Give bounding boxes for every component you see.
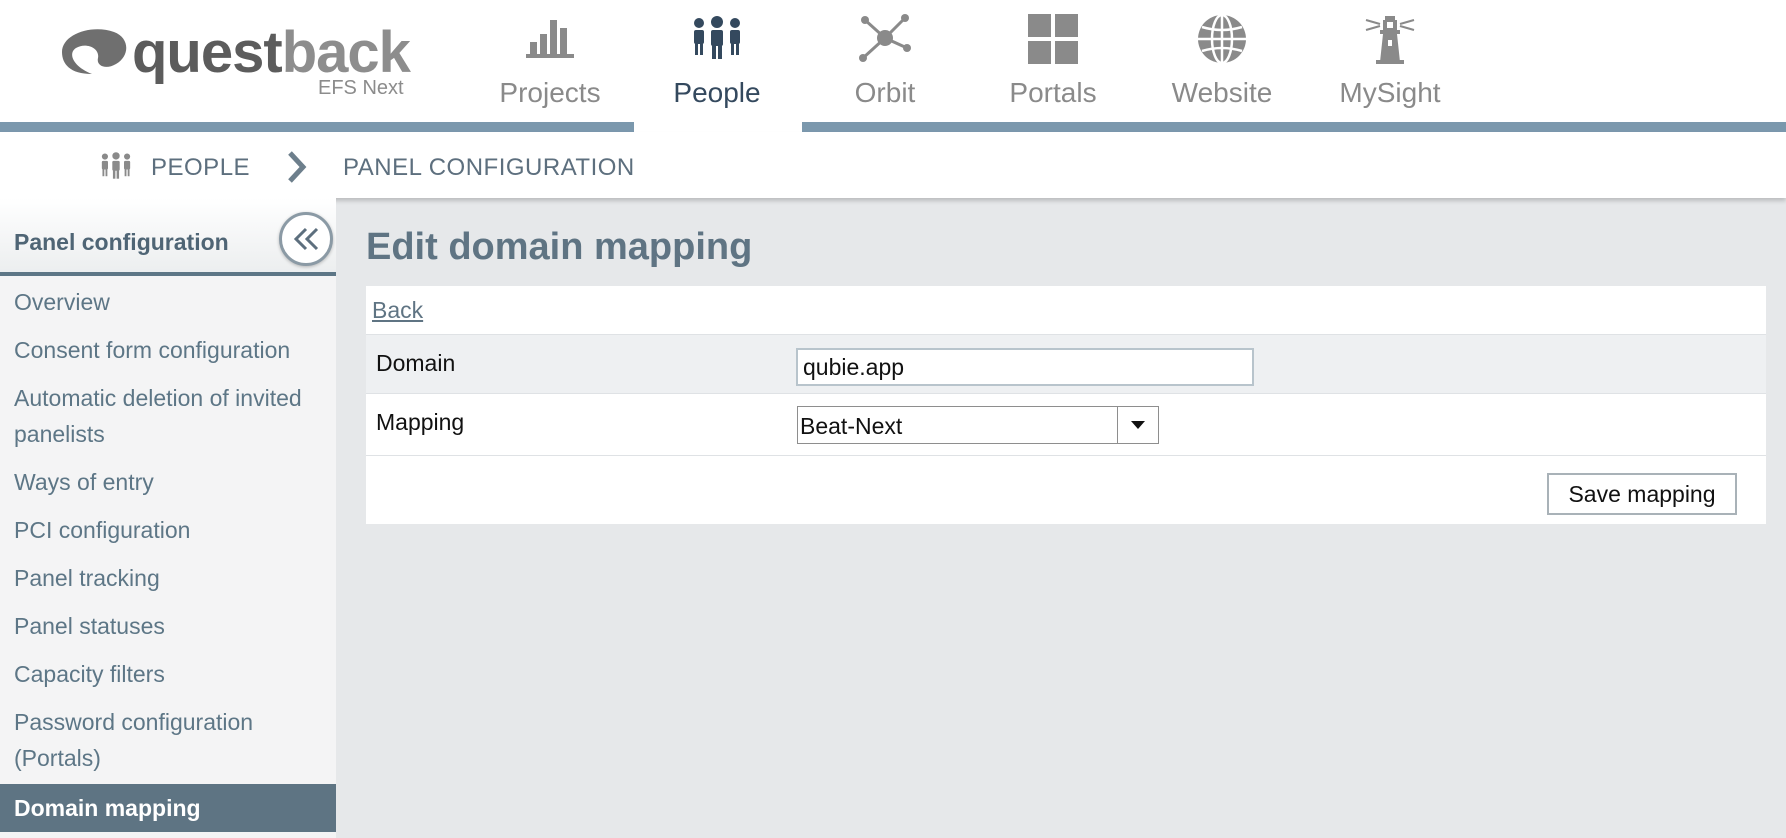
grid-icon (1028, 14, 1078, 64)
nav-label: Portals (1009, 77, 1097, 108)
domain-label: Domain (376, 350, 456, 376)
nav-label: MySight (1339, 77, 1441, 108)
sidebar-item-domain-mapping[interactable]: Domain mapping (0, 784, 336, 832)
caret-down-icon (1131, 421, 1145, 429)
sidebar-item-consent-form[interactable]: Consent form configuration (0, 332, 336, 368)
breadcrumb-panel-configuration[interactable]: PANEL CONFIGURATION (343, 154, 635, 182)
top-header: questback EFS Next Projects People Orbit… (0, 0, 1786, 132)
nav-label: Website (1171, 77, 1273, 108)
product-name: EFS Next (318, 77, 404, 99)
back-row: Back (366, 286, 1766, 334)
nav-label: People (673, 77, 761, 108)
chevron-right-icon (288, 151, 307, 183)
mapping-label: Mapping (376, 409, 465, 435)
back-link[interactable]: Back (372, 296, 423, 324)
nav-portals[interactable]: Portals (973, 8, 1133, 108)
globe-icon (1198, 14, 1246, 65)
sidebar-item-panel-tracking[interactable]: Panel tracking (0, 560, 336, 596)
mapping-select-toggle[interactable] (1117, 407, 1158, 443)
people-icon (694, 16, 740, 59)
save-row: Save mapping (366, 455, 1766, 524)
sidebar: Panel configuration Overview Consent for… (0, 198, 336, 838)
mapping-select[interactable]: Beat-Next (797, 406, 1159, 444)
questback-swoosh-icon (62, 29, 127, 75)
collapse-sidebar-button[interactable] (279, 212, 333, 266)
double-chevron-left-icon (293, 227, 319, 251)
header-rule-right (802, 122, 1786, 132)
sidebar-item-password-configuration[interactable]: Password configuration (Portals) (0, 704, 300, 776)
sidebar-item-overview[interactable]: Overview (0, 284, 336, 320)
nav-website[interactable]: Website (1142, 8, 1302, 108)
mapping-select-value: Beat-Next (800, 413, 903, 439)
domain-row: Domain (366, 334, 1766, 393)
sidebar-item-pci[interactable]: PCI configuration (0, 512, 336, 548)
sidebar-item-ways-of-entry[interactable]: Ways of entry (0, 464, 336, 500)
header-rule-left (0, 122, 634, 132)
save-mapping-button[interactable]: Save mapping (1547, 473, 1737, 515)
breadcrumb-people[interactable]: PEOPLE (151, 154, 250, 182)
nav-mysight[interactable]: MySight (1310, 8, 1470, 108)
nav-label: Orbit (854, 77, 916, 108)
domain-mapping-form: Back Domain Mapping Beat-Next Save mappi… (366, 286, 1766, 524)
nav-people[interactable]: People (637, 8, 797, 108)
bar-chart-icon (526, 20, 574, 58)
breadcrumb: PEOPLE PANEL CONFIGURATION (0, 132, 1786, 198)
nav-label: Projects (499, 77, 601, 108)
sidebar-item-panel-statuses[interactable]: Panel statuses (0, 608, 336, 644)
sidebar-header: Panel configuration (0, 198, 336, 276)
mapping-row: Mapping Beat-Next (366, 393, 1766, 455)
nav-projects[interactable]: Projects (470, 8, 630, 108)
sidebar-title: Panel configuration (14, 229, 229, 255)
questback-logo[interactable]: questback EFS Next (52, 18, 422, 108)
nav-orbit[interactable]: Orbit (805, 8, 965, 108)
sidebar-item-automatic-deletion[interactable]: Automatic deletion of invited panelists (0, 380, 330, 452)
sidebar-item-capacity-filters[interactable]: Capacity filters (0, 656, 336, 692)
lighthouse-icon (1365, 16, 1415, 64)
network-icon (859, 14, 911, 62)
page-title: Edit domain mapping (366, 226, 753, 268)
domain-input[interactable] (796, 348, 1254, 386)
people-icon (101, 152, 131, 179)
